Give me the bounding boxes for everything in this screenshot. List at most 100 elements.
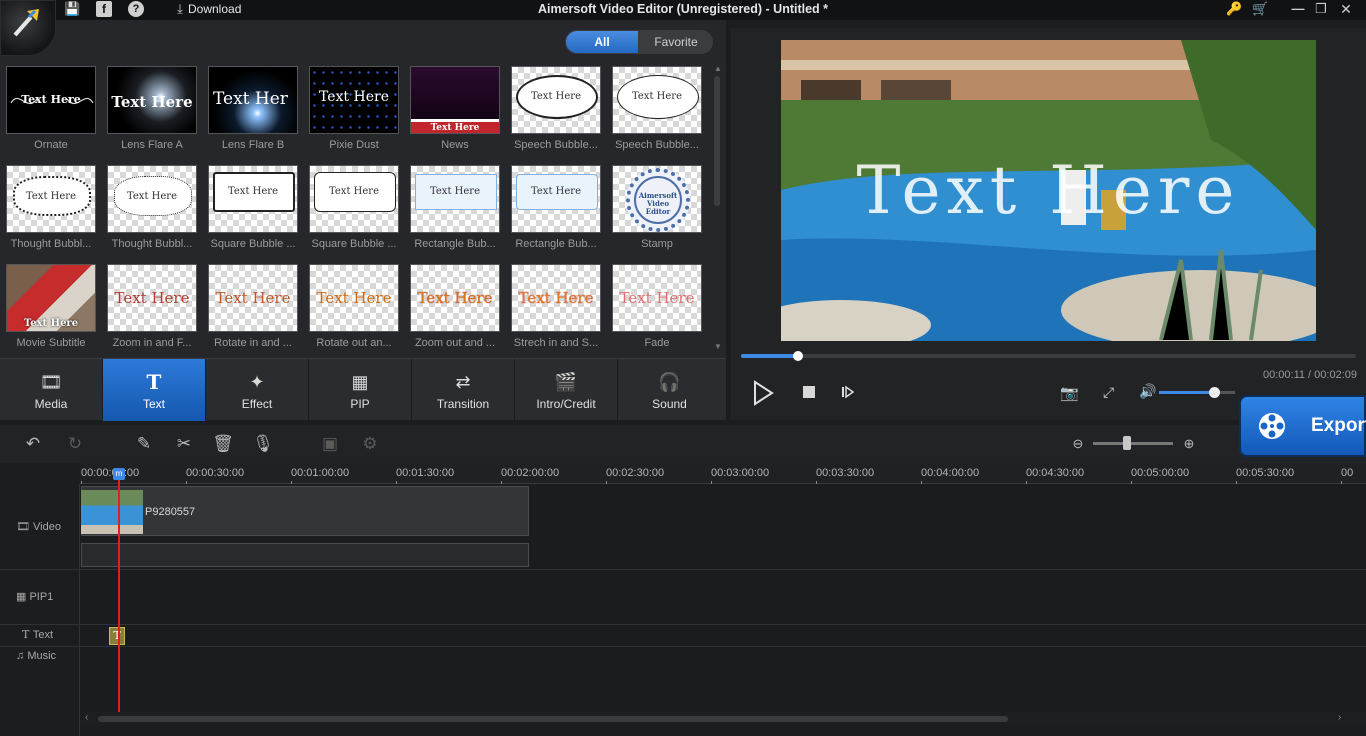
key-icon[interactable]: 🔑 [1226, 1, 1242, 17]
template-label: Speech Bubble... [514, 139, 598, 151]
scroll-right-icon[interactable]: › [1338, 712, 1341, 723]
template-tile[interactable]: Text Here Rotate in and ... [208, 264, 298, 349]
playhead[interactable] [118, 468, 120, 712]
ruler-tick: 00:00:30:00 [186, 467, 245, 485]
timeline-scrollbar[interactable]: ‹ › [80, 712, 1366, 726]
template-tile[interactable]: Text Here Movie Subtitle [6, 264, 96, 349]
video-preview[interactable]: Text Here [781, 40, 1316, 341]
video-clip-audio[interactable] [81, 543, 529, 567]
template-tile[interactable]: Text Here News [410, 66, 500, 151]
template-label: Thought Bubbl... [111, 238, 193, 250]
zoom-in-icon[interactable]: ⊕ [1178, 433, 1200, 455]
ruler-tick: 00:05:00:00 [1131, 467, 1190, 485]
template-label: Rotate in and ... [214, 337, 292, 349]
template-label: Rectangle Bub... [414, 238, 496, 250]
template-tile[interactable]: Text Here Speech Bubble... [511, 66, 601, 151]
music-note-icon: ♫ [16, 650, 28, 662]
microphone-icon[interactable]: 🎙 [252, 433, 274, 455]
template-tile[interactable]: Text Here Strech in and S... [511, 264, 601, 349]
template-tile[interactable]: Text Here Pixie Dust [309, 66, 399, 151]
cart-icon[interactable]: 🛒 [1252, 1, 1268, 17]
restore-icon[interactable]: ❐ [1313, 1, 1329, 17]
template-tile[interactable]: Text Here Square Bubble ... [208, 165, 298, 250]
template-tile[interactable]: Text Here Square Bubble ... [309, 165, 399, 250]
filter-all-button[interactable]: All [566, 31, 638, 53]
track-divider [0, 569, 1366, 570]
next-frame-icon[interactable] [841, 385, 855, 399]
scroll-down-icon[interactable]: ▼ [714, 342, 722, 351]
zoom-slider-track[interactable] [1093, 442, 1173, 445]
stop-icon[interactable] [803, 386, 815, 398]
tab-intro-credit[interactable]: 🎬 Intro/Credit [515, 359, 618, 421]
crop-icon[interactable]: ▣ [319, 433, 341, 455]
tab-transition[interactable]: ⇄ Transition [412, 359, 515, 421]
minimize-icon[interactable]: — [1290, 1, 1306, 17]
tab-sound[interactable]: 🎧 Sound [618, 359, 721, 421]
seek-handle[interactable] [792, 351, 803, 361]
clip-thumbnail [81, 490, 143, 534]
redo-icon[interactable]: ↻ [64, 433, 86, 455]
template-tile[interactable]: Text Here Thought Bubbl... [6, 165, 96, 250]
ruler-tick: 00:01:00:00 [291, 467, 350, 485]
scroll-up-icon[interactable]: ▲ [714, 64, 722, 73]
seek-bar[interactable] [741, 351, 1356, 361]
snapshot-icon[interactable]: 📷 [1060, 384, 1079, 402]
template-label: News [441, 139, 469, 151]
close-icon[interactable]: ✕ [1338, 1, 1354, 17]
tab-media[interactable]: 🎞 Media [0, 359, 103, 421]
library-filter: All Favorite [565, 30, 713, 54]
zoom-slider-handle[interactable] [1123, 436, 1131, 450]
timeline-ruler[interactable]: 00:00:00:00 00:00:30:00 00:01:00:00 00:0… [80, 463, 1366, 485]
film-icon: 🎞 [39, 372, 63, 392]
template-tile[interactable]: Text Her Lens Flare B [208, 66, 298, 151]
time-display: 00:00:11 / 00:02:09 [1263, 369, 1357, 381]
window-title: Aimersoft Video Editor (Unregistered) - … [537, 2, 829, 16]
volume-icon[interactable]: 🔊 [1139, 383, 1156, 400]
volume-fill[interactable] [1159, 391, 1214, 394]
library-scroll-thumb[interactable] [714, 76, 720, 206]
app-logo-icon[interactable] [0, 0, 56, 56]
template-label: Square Bubble ... [210, 238, 296, 250]
library-scrollbar[interactable]: ▲ ▼ [713, 64, 722, 352]
template-tile[interactable]: Text Here Rectangle Bub... [410, 165, 500, 250]
template-label: Zoom in and F... [112, 337, 192, 349]
edit-icon[interactable]: ✎ [133, 433, 155, 455]
text-clip[interactable]: T [109, 627, 125, 645]
template-tile[interactable]: Text Here Lens Flare A [107, 66, 197, 151]
template-tile[interactable]: Text Here Thought Bubbl... [107, 165, 197, 250]
zoom-out-icon[interactable]: ⊖ [1067, 433, 1089, 455]
template-tile[interactable]: Text Here Rotate out an... [309, 264, 399, 349]
pip-icon: ▦ [16, 591, 30, 603]
play-icon[interactable] [752, 380, 774, 406]
delete-icon[interactable]: 🗑 [212, 433, 234, 455]
track-label-pip1: ▦ PIP1 [16, 591, 54, 603]
settings-icon[interactable]: ⚙ [359, 433, 381, 455]
volume-handle[interactable] [1208, 387, 1220, 398]
template-thumbnail: Text Here [612, 264, 702, 332]
scroll-left-icon[interactable]: ‹ [85, 712, 88, 723]
undo-icon[interactable]: ↶ [22, 433, 44, 455]
template-thumbnail: Text Here [511, 66, 601, 134]
export-button[interactable]: Export [1239, 395, 1366, 457]
template-thumbnail: Text Her [208, 66, 298, 134]
export-label: Export [1311, 415, 1366, 436]
tab-text[interactable]: T Text [103, 359, 206, 421]
filter-favorite-button[interactable]: Favorite [641, 31, 711, 53]
tab-pip[interactable]: ▦ PIP [309, 359, 412, 421]
scissors-icon[interactable]: ✂ [173, 433, 195, 455]
template-tile[interactable]: Text Here Rectangle Bub... [511, 165, 601, 250]
template-tile[interactable]: Text Here Ornate [6, 66, 96, 151]
template-tile[interactable]: Text Here Zoom out and ... [410, 264, 500, 349]
preview-overlay-text[interactable]: Text Here [781, 152, 1316, 229]
tab-effect[interactable]: ✦ Effect [206, 359, 309, 421]
template-tile[interactable]: Aimersoft Video Editor Stamp [612, 165, 702, 250]
template-tile[interactable]: Text Here Speech Bubble... [612, 66, 702, 151]
track-label-music: ♫ Music [16, 650, 57, 662]
template-label: Thought Bubbl... [10, 238, 92, 250]
fullscreen-icon[interactable]: ⤢ [1103, 384, 1114, 401]
playhead-handle[interactable]: m [113, 468, 125, 480]
timeline-scroll-thumb[interactable] [98, 716, 1008, 722]
template-tile[interactable]: Text Here Fade [612, 264, 702, 349]
template-tile[interactable]: Text Here Zoom in and F... [107, 264, 197, 349]
template-label: Zoom out and ... [414, 337, 496, 349]
